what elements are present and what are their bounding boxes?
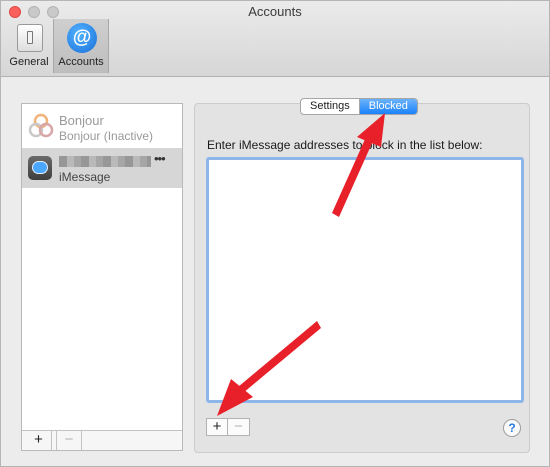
window-title: Accounts: [248, 4, 302, 19]
account-name-ellipsis: •••: [154, 151, 166, 166]
add-blocked-address-button[interactable]: +: [206, 418, 228, 436]
remove-account-button[interactable]: −: [56, 431, 82, 450]
redacted-account-name: [59, 156, 151, 167]
toolbar-accounts-tab[interactable]: @ Accounts: [53, 19, 109, 73]
accounts-window: Accounts General @ Accounts Bonjour Bonj…: [0, 0, 550, 467]
account-name: Bonjour: [59, 113, 104, 128]
accounts-list: Bonjour Bonjour (Inactive) ••• iMessage …: [21, 103, 183, 451]
blocked-instructions: Enter iMessage addresses to block in the…: [207, 138, 483, 152]
toolbar-accounts-label: Accounts: [58, 56, 104, 68]
at-sign-icon: @: [67, 23, 97, 53]
tab-blocked[interactable]: Blocked: [359, 99, 417, 114]
account-item-imessage[interactable]: ••• iMessage: [22, 148, 182, 188]
help-button[interactable]: ?: [503, 419, 521, 437]
remove-blocked-address-button[interactable]: −: [228, 418, 250, 436]
add-account-button[interactable]: +: [26, 431, 52, 450]
blocked-list-footer: + −: [206, 418, 250, 438]
imessage-icon: [28, 156, 52, 180]
accounts-list-footer: + −: [22, 430, 182, 450]
account-item-bonjour[interactable]: Bonjour Bonjour (Inactive): [22, 107, 182, 147]
window-titlebar: Accounts General @ Accounts: [1, 1, 549, 77]
account-status: Bonjour (Inactive): [59, 129, 154, 143]
settings-tab-control: Settings Blocked: [300, 98, 418, 115]
switch-icon: [17, 24, 43, 52]
bonjour-icon: [28, 113, 54, 138]
tab-settings[interactable]: Settings: [301, 99, 360, 114]
toolbar-general-tab[interactable]: General: [5, 19, 53, 73]
toolbar-general-label: General: [9, 56, 49, 68]
account-status: iMessage: [59, 170, 111, 184]
blocked-addresses-list[interactable]: [206, 157, 524, 403]
